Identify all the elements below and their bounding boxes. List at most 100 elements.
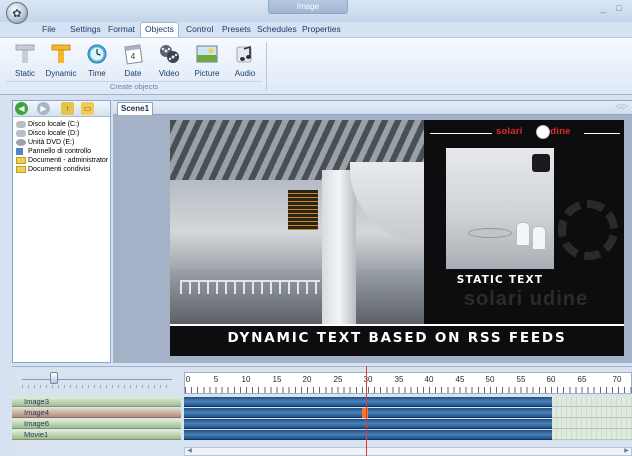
explorer-toolbar: ◀ ▶ ↑ ▭ bbox=[13, 101, 110, 117]
track-clip[interactable] bbox=[184, 430, 552, 440]
folders-icon[interactable]: ▭ bbox=[81, 102, 94, 115]
scroll-right-icon[interactable]: ▶ bbox=[622, 448, 631, 455]
keyframe-marker[interactable] bbox=[362, 408, 368, 418]
menu-presets[interactable]: Presets bbox=[218, 22, 255, 37]
track-movie1[interactable]: Movie1 bbox=[12, 430, 632, 440]
dynamic-button[interactable]: Dynamic bbox=[44, 42, 78, 82]
ruler-ticks bbox=[185, 387, 632, 393]
picture-label: Picture bbox=[194, 69, 220, 78]
tab-scroll-arrows[interactable]: ◁ ▷ bbox=[615, 102, 628, 110]
tree-item-label: Disco locale (C:) bbox=[28, 121, 80, 128]
picture-icon bbox=[196, 45, 218, 63]
group-label: Create objects bbox=[6, 81, 262, 91]
tree-item-drive-d[interactable]: Disco locale (D:) bbox=[13, 129, 110, 138]
menu-objects[interactable]: Objects bbox=[140, 22, 179, 37]
scene-canvas[interactable]: solari udine STATIC TEXT solari udine DY… bbox=[170, 120, 624, 356]
scene-editor: Scene1 ◁ ▷ solari udine STATIC TEXT sola… bbox=[113, 100, 632, 363]
tree-item-drive-c[interactable]: Disco locale (C:) bbox=[13, 120, 110, 129]
timeline-panel: 0 5 10 15 20 25 30 35 40 45 50 55 60 65 … bbox=[12, 366, 632, 456]
ruler-label: 25 bbox=[333, 375, 343, 384]
zoom-slider-track[interactable] bbox=[22, 379, 172, 380]
zoom-slider-thumb[interactable] bbox=[50, 372, 58, 384]
ruler-label: 0 bbox=[185, 375, 191, 384]
track-empty-area bbox=[552, 419, 632, 429]
scroll-left-icon[interactable]: ◀ bbox=[185, 448, 194, 455]
ruler-label: 10 bbox=[241, 375, 251, 384]
create-objects-group: Static Dynamic Time 4 Date Video Picture… bbox=[6, 40, 262, 91]
track-label[interactable]: Image6 bbox=[12, 419, 181, 429]
track-label[interactable]: Movie1 bbox=[12, 430, 181, 440]
ruler-label: 40 bbox=[424, 375, 434, 384]
ruler-label: 15 bbox=[272, 375, 282, 384]
audio-label: Audio bbox=[234, 69, 256, 78]
tree-item-dvd[interactable]: Unità DVD (E:) bbox=[13, 138, 110, 147]
picture-button[interactable]: Picture bbox=[190, 42, 224, 82]
video-button[interactable]: Video bbox=[152, 42, 186, 82]
static-label: Static bbox=[14, 69, 35, 78]
date-button[interactable]: 4 Date bbox=[116, 42, 150, 82]
track-empty-area bbox=[552, 408, 632, 418]
ruler-label: 5 bbox=[213, 375, 219, 384]
dynamic-text-object[interactable]: DYNAMIC TEXT BASED ON RSS FEEDS bbox=[170, 330, 624, 346]
tree-item-documents-admin[interactable]: Documenti - administrator bbox=[13, 156, 110, 165]
track-image6[interactable]: Image6 bbox=[12, 419, 632, 429]
maximize-button[interactable]: □ bbox=[612, 3, 626, 13]
audio-button[interactable]: Audio bbox=[228, 42, 262, 82]
wall-clock-icon bbox=[532, 154, 550, 172]
ruler-label: 55 bbox=[516, 375, 526, 384]
timeline-scrollbar[interactable]: ◀ ▶ bbox=[184, 447, 632, 456]
static-text-object[interactable]: STATIC TEXT bbox=[446, 274, 554, 286]
app-menu-orb-icon[interactable]: ✿ bbox=[6, 2, 28, 24]
track-clip[interactable] bbox=[184, 419, 552, 429]
up-folder-icon[interactable]: ↑ bbox=[61, 102, 74, 115]
lounge-image-object[interactable] bbox=[446, 148, 554, 269]
ruler-label: 35 bbox=[394, 375, 404, 384]
folder-icon bbox=[16, 157, 26, 164]
dvd-drive-icon bbox=[16, 139, 26, 146]
tree-item-shared-documents[interactable]: Documenti condivisi bbox=[13, 165, 110, 174]
playhead-line[interactable] bbox=[366, 366, 367, 456]
track-clip[interactable] bbox=[184, 397, 552, 407]
track-label[interactable]: Image3 bbox=[12, 397, 181, 407]
drive-icon bbox=[16, 130, 26, 137]
menu-format[interactable]: Format bbox=[104, 22, 139, 37]
time-button[interactable]: Time bbox=[80, 42, 114, 82]
track-empty-area bbox=[552, 397, 632, 407]
tab-scene1[interactable]: Scene1 bbox=[117, 102, 153, 115]
date-label: Date bbox=[124, 69, 142, 78]
lounge-table bbox=[468, 228, 512, 238]
zoom-slider-ticks bbox=[22, 385, 172, 388]
forward-arrow-icon[interactable]: ▶ bbox=[37, 102, 50, 115]
minimize-button[interactable]: _ bbox=[596, 3, 610, 13]
clock-icon bbox=[87, 44, 107, 64]
track-image4[interactable]: Image4 bbox=[12, 408, 632, 418]
tree-item-control-panel[interactable]: Pannello di controllo bbox=[13, 147, 110, 156]
dynamic-label: Dynamic bbox=[45, 69, 77, 78]
track-label[interactable]: Image4 bbox=[12, 408, 181, 418]
calendar-icon: 4 bbox=[124, 44, 143, 65]
menu-properties[interactable]: Properties bbox=[298, 22, 345, 37]
video-label: Video bbox=[158, 69, 180, 78]
menu-file[interactable]: File bbox=[38, 22, 60, 37]
brand-logo-text: solari udine bbox=[496, 126, 571, 140]
folder-icon bbox=[16, 166, 26, 173]
decorative-wheel bbox=[558, 200, 618, 260]
airport-image-object[interactable] bbox=[170, 120, 424, 324]
airport-floor bbox=[170, 270, 424, 324]
static-button[interactable]: Static bbox=[8, 42, 42, 82]
lounge-chair bbox=[532, 226, 546, 250]
control-panel-icon bbox=[16, 148, 23, 155]
divider-bar bbox=[170, 324, 624, 326]
svg-text:4: 4 bbox=[131, 52, 136, 61]
brand-emblem-icon bbox=[536, 125, 550, 139]
menu-control[interactable]: Control bbox=[182, 22, 217, 37]
menu-schedules[interactable]: Schedules bbox=[253, 22, 301, 37]
track-image3[interactable]: Image3 bbox=[12, 397, 632, 407]
ribbon-separator bbox=[266, 42, 267, 90]
film-reel-icon bbox=[160, 45, 179, 63]
time-ruler[interactable]: 0 5 10 15 20 25 30 35 40 45 50 55 60 65 … bbox=[184, 372, 632, 394]
menu-settings[interactable]: Settings bbox=[66, 22, 105, 37]
tree-item-label: Unità DVD (E:) bbox=[28, 139, 75, 146]
track-clip[interactable] bbox=[184, 408, 552, 418]
back-arrow-icon[interactable]: ◀ bbox=[15, 102, 28, 115]
